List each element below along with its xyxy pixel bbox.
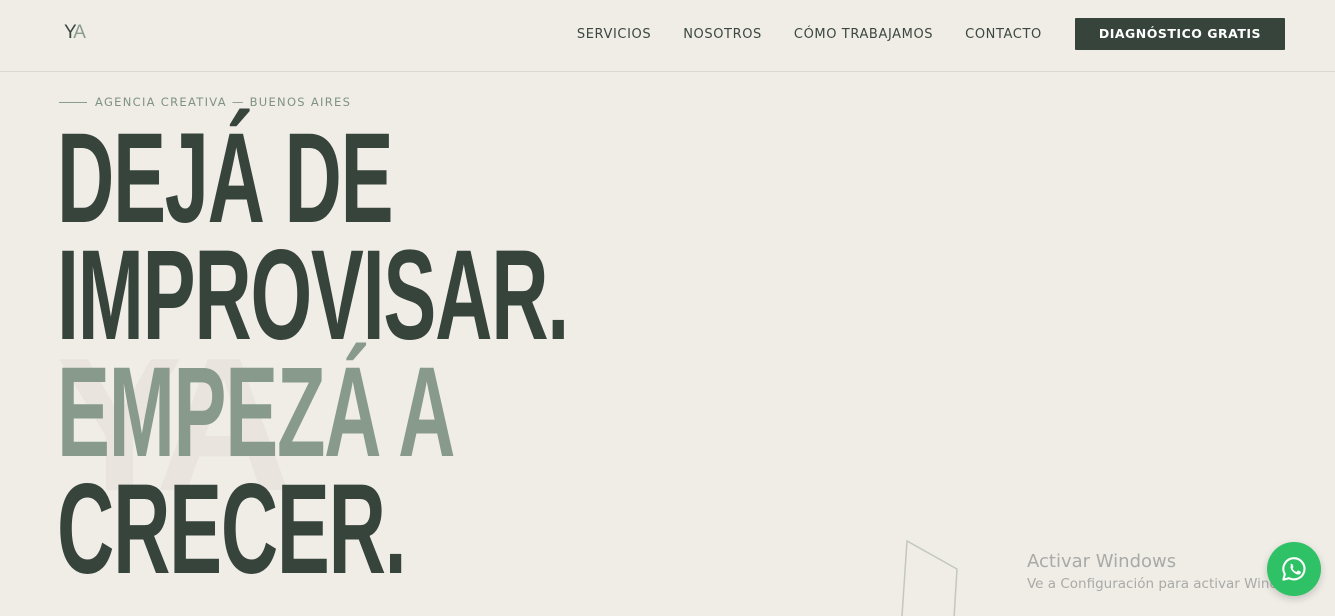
activate-windows-subtitle: Ve a Configuración para activar Windows.: [1027, 576, 1309, 592]
eyebrow-divider: [59, 101, 87, 103]
nav-servicios[interactable]: SERVICIOS: [577, 27, 651, 42]
nav-como-trabajamos[interactable]: CÓMO TRABAJAMOS: [794, 27, 933, 42]
headline-line-1: DEJÁ DE: [57, 107, 394, 250]
hero-headline: DEJÁ DE IMPROVISAR. EMPEZÁ A CRECER.: [57, 107, 569, 601]
site-header: YA SERVICIOS NOSOTROS CÓMO TRABAJAMOS CO…: [0, 0, 1335, 72]
whatsapp-icon: [1282, 557, 1306, 581]
diagnostico-gratis-button[interactable]: DIAGNÓSTICO GRATIS: [1074, 18, 1285, 50]
headline-line-3: EMPEZÁ A: [57, 341, 455, 484]
headline-line-2: IMPROVISAR.: [57, 224, 569, 367]
nav-nosotros[interactable]: NOSOTROS: [683, 27, 762, 42]
nav-contacto[interactable]: CONTACTO: [965, 27, 1042, 42]
decorative-outline-shape: [901, 539, 958, 616]
main-nav: SERVICIOS NOSOTROS CÓMO TRABAJAMOS CONTA…: [545, 0, 1285, 68]
landing-page: YA SERVICIOS NOSOTROS CÓMO TRABAJAMOS CO…: [0, 0, 1335, 616]
logo[interactable]: YA: [64, 22, 86, 44]
headline-line-4: CRECER.: [57, 458, 407, 601]
logo-letter-a: A: [73, 22, 86, 43]
whatsapp-button[interactable]: [1267, 542, 1321, 596]
logo-letter-y: Y: [64, 22, 75, 43]
